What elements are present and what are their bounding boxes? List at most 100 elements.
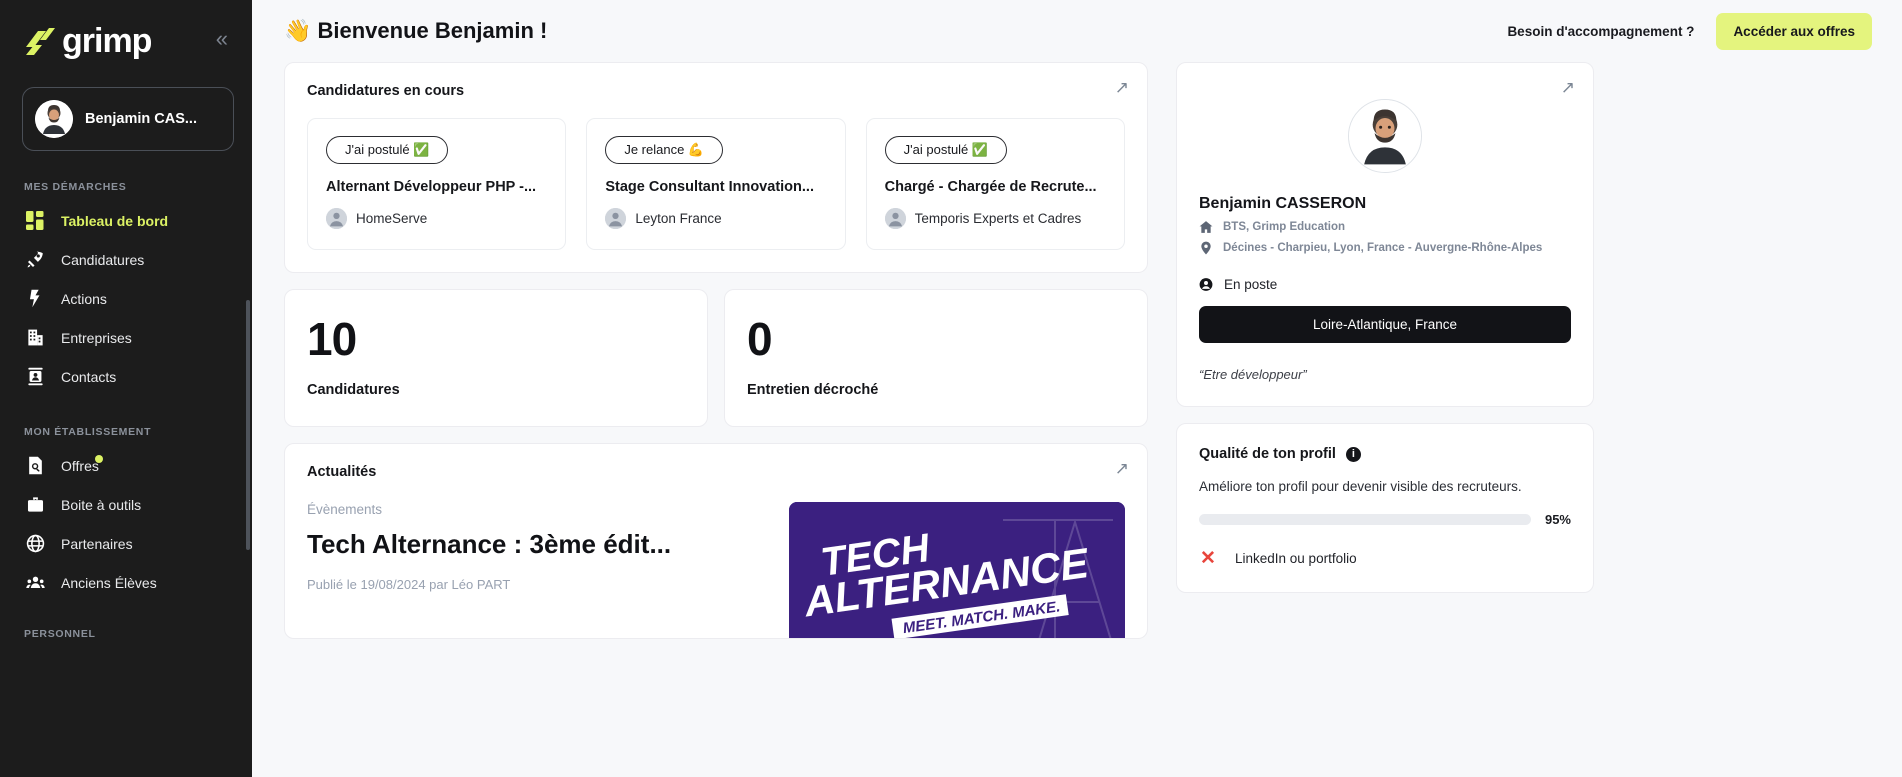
avatar <box>1348 99 1422 173</box>
application-tile[interactable]: J'ai postulé ✅ Chargé - Chargée de Recru… <box>865 118 1125 250</box>
application-tiles: J'ai postulé ✅ Alternant Développeur PHP… <box>307 118 1125 250</box>
progress-track <box>1199 514 1531 525</box>
profile-school-row: BTS, Grimp Education <box>1199 220 1571 234</box>
company-name: HomeServe <box>356 211 428 226</box>
application-role: Stage Consultant Innovation... <box>605 179 814 195</box>
briefcase-icon <box>26 495 45 514</box>
content-columns: Candidatures en cours ↗ J'ai postulé ✅ A… <box>252 62 1902 655</box>
profile-card: ↗ Benjamin CASSERON BTS, Grimp Education… <box>1176 62 1594 407</box>
news-headline: Tech Alternance : 3ème édit... <box>307 529 672 559</box>
people-group-icon <box>26 573 45 592</box>
person-circle-icon <box>1199 278 1213 292</box>
sidebar-item-label: Actions <box>61 290 107 307</box>
stat-value: 0 <box>747 313 773 365</box>
sidebar-item-label: Candidatures <box>61 251 145 268</box>
region-button[interactable]: Loire-Atlantique, France <box>1199 306 1571 343</box>
home-icon <box>1199 220 1213 234</box>
company-avatar-icon <box>326 208 347 229</box>
sidebar-item-actions[interactable]: Actions <box>0 279 252 318</box>
profile-location-row: Décines - Charpieu, Lyon, France - Auver… <box>1199 241 1571 255</box>
app-root: grimp « Benjamin CAS... MES DÉMARCHES Ta… <box>0 0 1902 777</box>
avatar <box>35 100 73 138</box>
building-icon <box>26 328 45 347</box>
sidebar-group-title-etablissement: MON ÉTABLISSEMENT <box>24 426 152 438</box>
stat-card-candidatures: 10 Candidatures <box>284 289 708 427</box>
quality-todo-item[interactable]: ✕ LinkedIn ou portfolio <box>1199 549 1571 568</box>
chevron-double-left-icon[interactable]: « <box>210 27 234 56</box>
info-icon[interactable]: i <box>1345 446 1361 462</box>
news-text: Évènements Tech Alternance : 3ème édit..… <box>307 502 763 638</box>
quality-todo-label: LinkedIn ou portfolio <box>1235 551 1357 566</box>
document-search-icon <box>26 456 45 475</box>
application-company: Temporis Experts et Cadres <box>884 208 1106 229</box>
profile-quote: “Etre développeur” <box>1199 367 1307 382</box>
sidebar-item-entreprises[interactable]: Entreprises <box>0 318 252 357</box>
qualite-profil-card: Qualité de ton profil i Améliore ton pro… <box>1176 423 1594 593</box>
acceder-aux-offres-button[interactable]: Accéder aux offres <box>1716 12 1872 50</box>
sidebar-user-card[interactable]: Benjamin CAS... <box>22 87 234 151</box>
sidebar-group-title-personnel: PERSONNEL <box>24 628 96 640</box>
brand-name: grimp <box>62 22 152 60</box>
page-title: 👋 Bienvenue Benjamin ! <box>284 18 548 43</box>
expand-arrow-icon[interactable]: ↗ <box>1561 79 1575 96</box>
company-name: Temporis Experts et Cadres <box>914 211 1082 226</box>
profile-status: En poste <box>1224 277 1278 292</box>
topbar: 👋 Bienvenue Benjamin ! Besoin d'accompag… <box>252 0 1902 62</box>
sidebar-item-label: Boite à outils <box>61 496 142 513</box>
sidebar-item-label: Anciens Élèves <box>61 574 157 591</box>
right-column: ↗ Benjamin CASSERON BTS, Grimp Education… <box>1176 62 1594 655</box>
quality-subtitle: Améliore ton profil pour devenir visible… <box>1199 479 1522 494</box>
company-name: Leyton France <box>635 211 722 226</box>
sidebar-item-boite-a-outils[interactable]: Boite à outils <box>0 485 252 524</box>
expand-arrow-icon[interactable]: ↗ <box>1115 460 1129 477</box>
sidebar-item-partenaires[interactable]: Partenaires <box>0 524 252 563</box>
sidebar-group-title-demarches: MES DÉMARCHES <box>24 181 127 193</box>
company-avatar-icon <box>884 208 906 229</box>
rocket-icon <box>26 250 45 269</box>
news-category: Évènements <box>307 502 383 517</box>
status-badge[interactable]: J'ai postulé ✅ <box>884 136 1008 164</box>
contact-card-icon <box>26 367 45 386</box>
sidebar-item-anciens-eleves[interactable]: Anciens Élèves <box>0 563 252 602</box>
help-link[interactable]: Besoin d'accompagnement ? <box>1507 24 1694 39</box>
application-tile[interactable]: Je relance 💪 Stage Consultant Innovation… <box>586 118 846 250</box>
profile-status-row: En poste <box>1199 277 1571 292</box>
bolt-icon <box>26 289 45 308</box>
sidebar-header: grimp « <box>0 0 252 67</box>
sidebar-item-label: Partenaires <box>61 535 133 552</box>
sidebar-user-name: Benjamin CAS... <box>85 111 197 127</box>
globe-icon <box>26 534 45 553</box>
sidebar-item-label: Tableau de bord <box>61 212 169 229</box>
application-role: Alternant Développeur PHP -... <box>326 179 537 195</box>
card-title: Candidatures en cours <box>307 83 465 99</box>
sidebar-item-contacts[interactable]: Contacts <box>0 357 252 396</box>
card-title: Qualité de ton profil <box>1199 446 1336 462</box>
application-tile[interactable]: J'ai postulé ✅ Alternant Développeur PHP… <box>307 118 567 250</box>
company-avatar-icon <box>605 208 627 229</box>
expand-arrow-icon[interactable]: ↗ <box>1115 79 1129 96</box>
left-column: Candidatures en cours ↗ J'ai postulé ✅ A… <box>284 62 1148 655</box>
application-role: Chargé - Chargée de Recrute... <box>884 179 1097 195</box>
status-badge[interactable]: J'ai postulé ✅ <box>326 136 449 164</box>
news-thumbnail: TECH ALTERNANCE MEET. MATCH. MAKE. <box>789 502 1125 638</box>
close-x-icon: ✕ <box>1200 548 1216 569</box>
news-meta: Publié le 19/08/2024 par Léo PART <box>307 577 511 592</box>
sidebar-item-label: Entreprises <box>61 329 132 346</box>
grimp-logo-icon <box>22 27 56 57</box>
profile-location: Décines - Charpieu, Lyon, France - Auver… <box>1223 242 1543 254</box>
sidebar: grimp « Benjamin CAS... MES DÉMARCHES Ta… <box>0 0 252 777</box>
sidebar-item-tableau-de-bord[interactable]: Tableau de bord <box>0 201 252 240</box>
status-badge[interactable]: Je relance 💪 <box>605 136 724 164</box>
news-item[interactable]: Évènements Tech Alternance : 3ème édit..… <box>307 502 1125 638</box>
profile-school: BTS, Grimp Education <box>1223 221 1346 233</box>
profile-name: Benjamin CASSERON <box>1199 195 1367 212</box>
quality-header: Qualité de ton profil i <box>1199 446 1571 462</box>
sidebar-scrollbar[interactable] <box>246 300 250 550</box>
candidatures-en-cours-card: Candidatures en cours ↗ J'ai postulé ✅ A… <box>284 62 1148 273</box>
map-pin-icon <box>1199 241 1213 255</box>
offres-new-badge <box>95 455 103 463</box>
stat-card-entretiens: 0 Entretien décroché <box>724 289 1148 427</box>
topbar-actions: Besoin d'accompagnement ? Accéder aux of… <box>1507 12 1872 50</box>
sidebar-item-candidatures[interactable]: Candidatures <box>0 240 252 279</box>
sidebar-item-offres[interactable]: Offres <box>0 446 252 485</box>
